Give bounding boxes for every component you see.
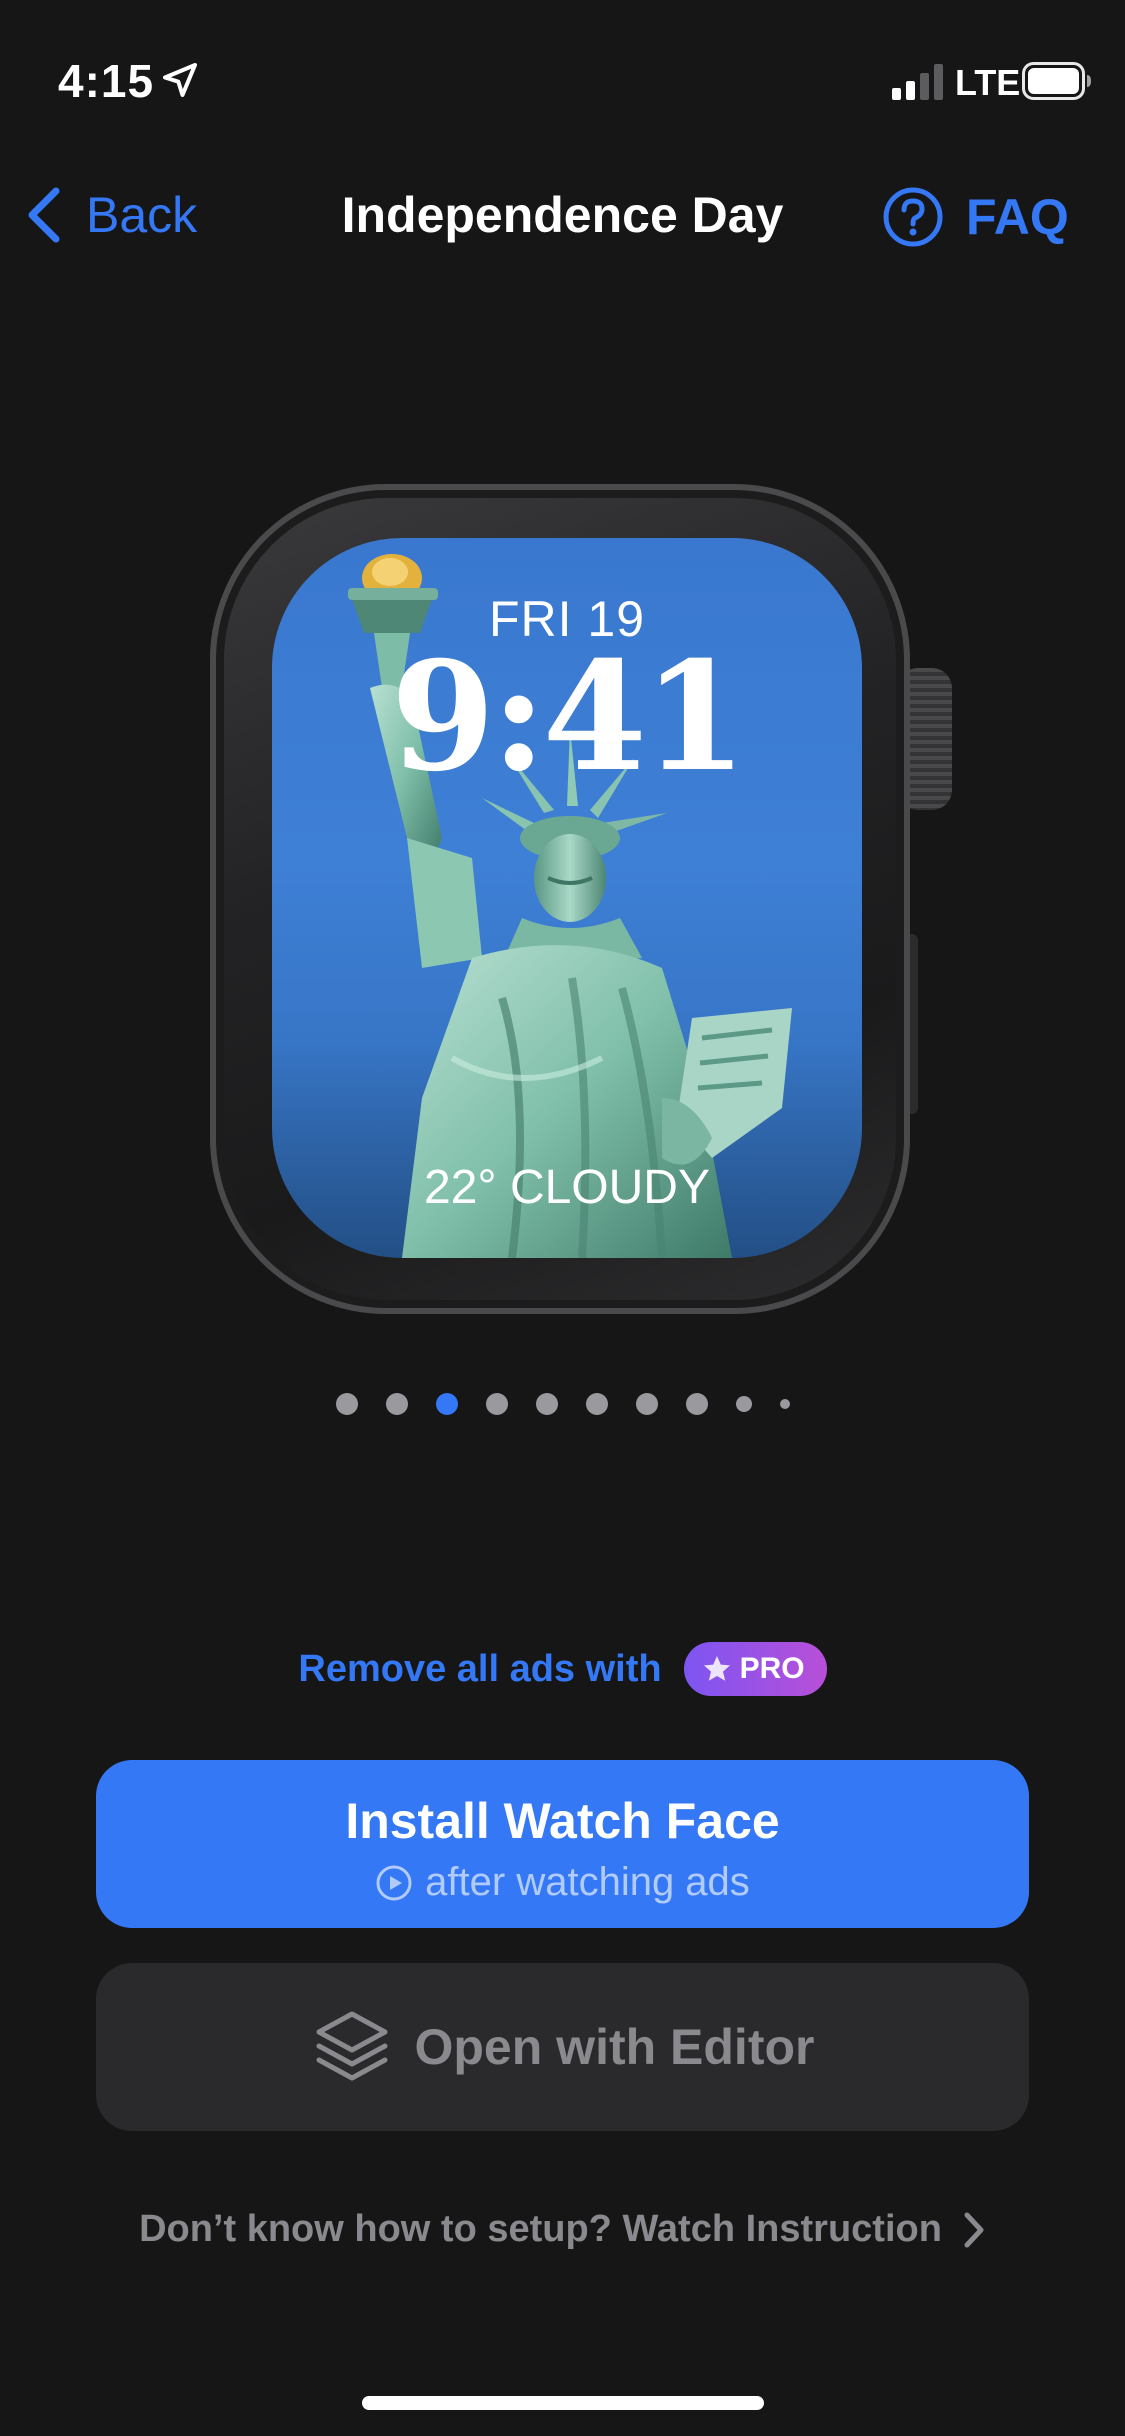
home-indicator[interactable] xyxy=(362,2396,764,2410)
location-arrow-icon xyxy=(163,63,197,97)
battery-icon xyxy=(1022,62,1091,100)
page-dot[interactable] xyxy=(735,1396,752,1412)
faq-label: FAQ xyxy=(966,189,1069,245)
pro-badge-label: PRO xyxy=(739,1652,805,1685)
watch-preview[interactable]: FRI 19 9:41 22° CLOUDY xyxy=(210,484,952,1314)
editor-button-label: Open with Editor xyxy=(414,2019,815,2075)
watch-screen: FRI 19 9:41 22° CLOUDY xyxy=(272,538,862,1258)
page-dot[interactable] xyxy=(635,1393,658,1415)
page-dot-active[interactable] xyxy=(435,1393,458,1415)
instruction-link-label: Don’t know how to setup? Watch Instructi… xyxy=(139,2208,942,2250)
status-time: 4:15 xyxy=(58,55,155,107)
watch-time: 9:41 xyxy=(390,629,747,805)
watch-instruction-link[interactable]: Don’t know how to setup? Watch Instructi… xyxy=(0,2208,1125,2251)
install-button-sublabel-text: after watching ads xyxy=(425,1860,750,1904)
page-dot[interactable] xyxy=(685,1393,708,1415)
install-button-sublabel: after watching ads xyxy=(96,1860,1029,1905)
faq-button[interactable]: FAQ xyxy=(882,182,1069,252)
network-label: LTE xyxy=(955,62,1021,103)
play-circle-icon xyxy=(376,1865,412,1900)
pro-badge-button[interactable]: PRO xyxy=(683,1642,827,1696)
open-with-editor-button[interactable]: Open with Editor xyxy=(96,1963,1029,2131)
page-indicator[interactable] xyxy=(0,1392,1125,1416)
star-icon xyxy=(703,1656,730,1681)
chevron-right-icon xyxy=(964,2212,984,2247)
page-dot[interactable] xyxy=(335,1393,358,1415)
layers-icon xyxy=(316,2011,387,2081)
cellular-signal-icon xyxy=(892,64,943,100)
watch-weather: 22° CLOUDY xyxy=(424,1161,710,1214)
question-circle-icon xyxy=(883,187,943,247)
install-watch-face-button[interactable]: Install Watch Face after watching ads xyxy=(96,1760,1029,1928)
status-bar: 4:15 LTE xyxy=(0,0,1125,150)
page-dot[interactable] xyxy=(485,1393,508,1415)
page-dot[interactable] xyxy=(585,1393,608,1415)
install-button-label: Install Watch Face xyxy=(345,1793,780,1849)
page-dot[interactable] xyxy=(535,1393,558,1415)
page-dot[interactable] xyxy=(385,1393,408,1415)
page-dot[interactable] xyxy=(779,1399,790,1409)
pro-promo: Remove all ads with PRO xyxy=(0,1642,1125,1696)
pro-promo-text: Remove all ads with xyxy=(298,1647,662,1690)
